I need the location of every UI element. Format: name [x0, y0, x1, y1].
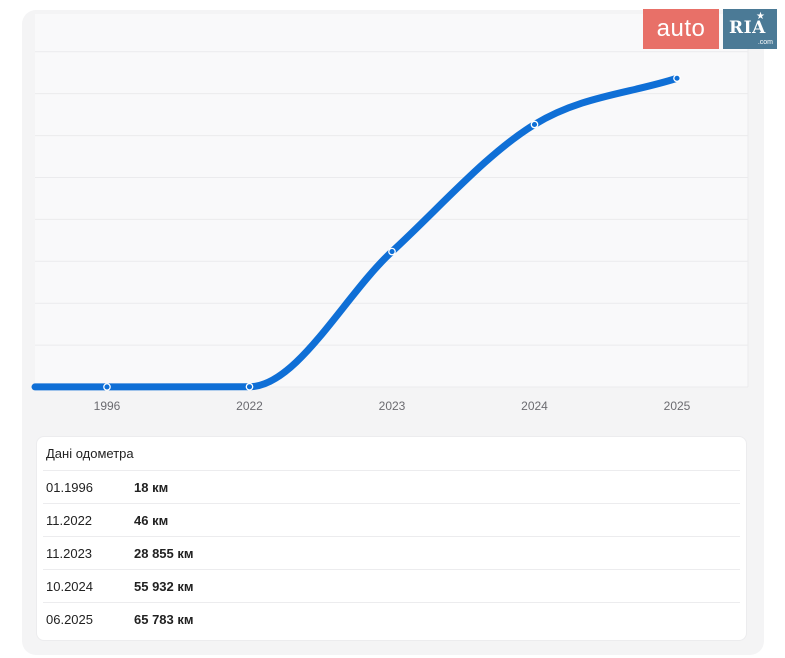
logo-ria-suffix: .com	[757, 39, 773, 46]
auto-ria-logo[interactable]: auto ★ RIA .com	[643, 9, 777, 49]
row-mileage: 28 855 км	[134, 546, 194, 561]
logo-ria-text: RIA	[729, 18, 766, 38]
logo-auto-text: auto	[643, 9, 719, 49]
page: 1996 2022 2023 2024 2025 auto ★ RIA .com Дан…	[0, 0, 785, 658]
data-point	[245, 382, 254, 391]
data-point	[388, 247, 396, 256]
data-point	[103, 383, 111, 391]
row-date: 11.2022	[46, 513, 93, 528]
x-tick-label: 1996	[94, 399, 121, 413]
table-row: 11.2023 28 855 км	[43, 536, 740, 569]
x-tick-label: 2024	[521, 399, 548, 413]
row-date: 06.2025	[46, 612, 93, 627]
x-axis-ticks: 1996 2022 2023 2024 2025	[94, 399, 691, 413]
row-mileage: 55 932 км	[134, 579, 194, 594]
table-row: 01.1996 18 км	[43, 470, 740, 503]
row-mileage: 18 км	[134, 480, 169, 495]
odometer-title: Дані одометра	[46, 446, 134, 461]
odometer-table: Дані одометра 01.1996 18 км 11.2022 46 км 11…	[36, 436, 747, 641]
x-tick-label: 2025	[664, 399, 691, 413]
table-row: 11.2022 46 км	[43, 503, 740, 536]
plot-area	[35, 14, 748, 387]
data-point	[673, 74, 681, 83]
row-date: 10.2024	[46, 579, 93, 594]
x-tick-label: 2023	[379, 399, 406, 413]
odometer-rows: 01.1996 18 км 11.2022 46 км 11.2023 28 855 км…	[37, 470, 746, 635]
table-row: 10.2024 55 932 км	[43, 569, 740, 602]
row-date: 01.1996	[46, 480, 93, 495]
row-mileage: 65 783 км	[134, 612, 194, 627]
table-row: 06.2025 65 783 км	[43, 602, 740, 635]
x-tick-label: 2022	[236, 399, 263, 413]
logo-ria-badge: ★ RIA .com	[723, 9, 777, 49]
row-date: 11.2023	[46, 546, 93, 561]
row-mileage: 46 км	[134, 513, 169, 528]
data-point	[530, 120, 539, 129]
mileage-chart: 1996 2022 2023 2024 2025	[31, 14, 749, 413]
